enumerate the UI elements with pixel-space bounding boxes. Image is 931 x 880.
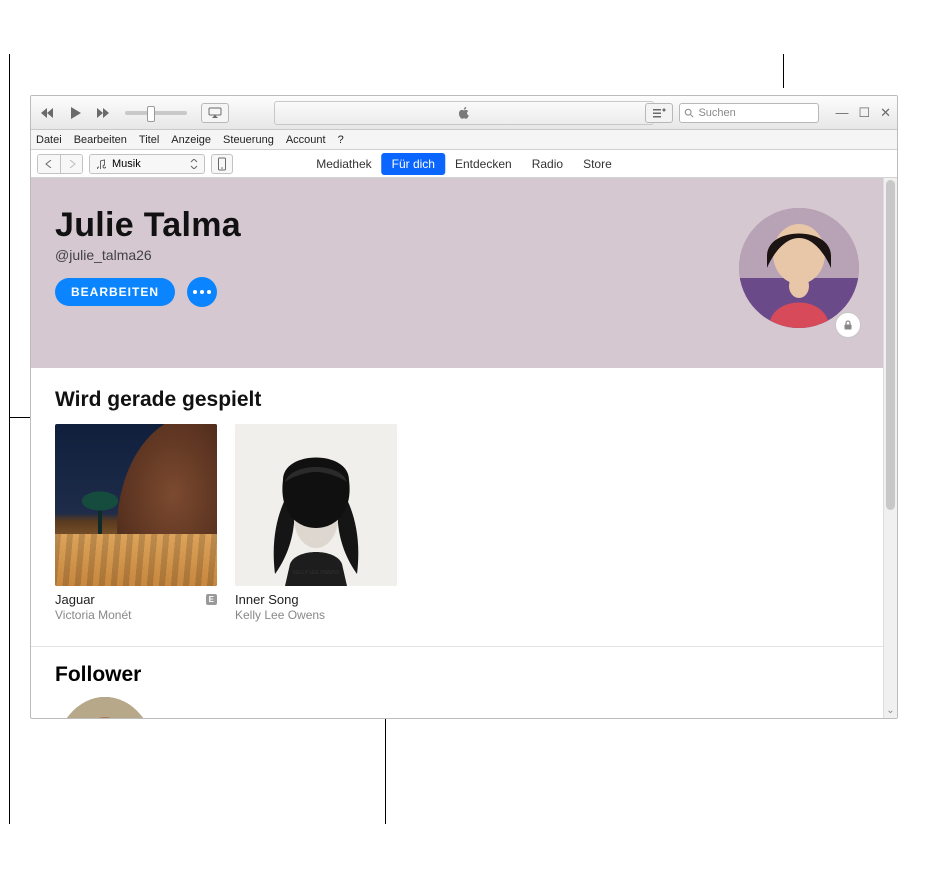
menu-steuerung[interactable]: Steuerung xyxy=(223,134,274,146)
media-type-selector[interactable]: Musik xyxy=(89,154,205,174)
profile-avatar[interactable] xyxy=(739,208,859,328)
menu-datei[interactable]: Datei xyxy=(36,134,62,146)
scrollbar-thumb[interactable] xyxy=(886,180,895,510)
menu-anzeige[interactable]: Anzeige xyxy=(171,134,211,146)
callout-line-left xyxy=(9,54,10,824)
album-title: Inner Song xyxy=(235,592,299,607)
album-cover[interactable] xyxy=(55,424,217,586)
album-artist: Victoria Monét xyxy=(55,608,217,622)
lock-icon xyxy=(842,319,854,331)
volume-slider[interactable] xyxy=(125,111,187,115)
search-placeholder: Suchen xyxy=(698,107,735,119)
menu-titel[interactable]: Titel xyxy=(139,134,159,146)
previous-track-button[interactable] xyxy=(37,105,57,121)
album-cover[interactable]: KELLY LEE OWENS xyxy=(235,424,397,586)
next-track-button[interactable] xyxy=(93,105,113,121)
callout-line-right xyxy=(783,54,784,88)
media-selector-label: Musik xyxy=(112,158,141,170)
scrollbar-down-icon: ⌄ xyxy=(884,705,897,716)
vertical-scrollbar[interactable]: ⌄ xyxy=(883,178,897,718)
album-item[interactable]: Jaguar E Victoria Monét xyxy=(55,424,217,622)
close-button[interactable]: ✕ xyxy=(880,106,891,119)
maximize-button[interactable]: ☐ xyxy=(858,106,870,119)
followers-section: Follower xyxy=(31,647,883,719)
album-title: Jaguar xyxy=(55,592,95,607)
tab-fuer-dich[interactable]: Für dich xyxy=(382,153,445,175)
profile-header: Julie Talma @julie_talma26 BEARBEITEN xyxy=(31,178,883,368)
search-input[interactable]: Suchen xyxy=(679,103,819,123)
tab-entdecken[interactable]: Entdecken xyxy=(445,153,522,175)
menu-help[interactable]: ? xyxy=(338,134,344,146)
explicit-badge: E xyxy=(206,594,217,605)
apple-logo-icon xyxy=(457,106,471,120)
play-button[interactable] xyxy=(65,105,85,121)
music-note-icon xyxy=(96,159,106,169)
followers-heading: Follower xyxy=(55,663,859,687)
menu-account[interactable]: Account xyxy=(286,134,326,146)
menu-bearbeiten[interactable]: Bearbeiten xyxy=(74,134,127,146)
now-playing-display xyxy=(274,101,654,125)
nav-forward-button[interactable] xyxy=(60,155,82,173)
tab-store[interactable]: Store xyxy=(573,153,622,175)
titlebar: Suchen — ☐ ✕ xyxy=(31,96,897,130)
now-playing-section: Wird gerade gespielt Jaguar E Victoria M… xyxy=(31,368,883,622)
album-item[interactable]: KELLY LEE OWENS Inner Song Kelly Lee Owe… xyxy=(235,424,397,622)
updown-icon xyxy=(190,159,198,169)
section-tabs: Mediathek Für dich Entdecken Radio Store xyxy=(306,153,622,175)
now-playing-heading: Wird gerade gespielt xyxy=(55,388,859,412)
menubar: Datei Bearbeiten Titel Anzeige Steuerung… xyxy=(31,130,897,150)
nav-back-button[interactable] xyxy=(38,155,60,173)
privacy-lock-badge[interactable] xyxy=(835,312,861,338)
airplay-button[interactable] xyxy=(201,103,229,123)
svg-text:KELLY LEE OWENS: KELLY LEE OWENS xyxy=(293,570,340,576)
device-button[interactable] xyxy=(211,154,233,174)
search-icon xyxy=(684,108,694,118)
profile-name: Julie Talma xyxy=(55,206,859,245)
tab-mediathek[interactable]: Mediathek xyxy=(306,153,381,175)
minimize-button[interactable]: — xyxy=(835,106,848,119)
album-artist: Kelly Lee Owens xyxy=(235,608,397,622)
navigation-toolbar: Musik Mediathek Für dich Entdecken Radio… xyxy=(31,150,897,178)
follower-avatar[interactable] xyxy=(55,697,155,719)
itunes-window: Suchen — ☐ ✕ Datei Bearbeiten Titel Anze… xyxy=(30,95,898,719)
tab-radio[interactable]: Radio xyxy=(522,153,573,175)
up-next-button[interactable] xyxy=(645,103,673,123)
edit-profile-button[interactable]: BEARBEITEN xyxy=(55,278,175,306)
more-actions-button[interactable] xyxy=(187,277,217,307)
